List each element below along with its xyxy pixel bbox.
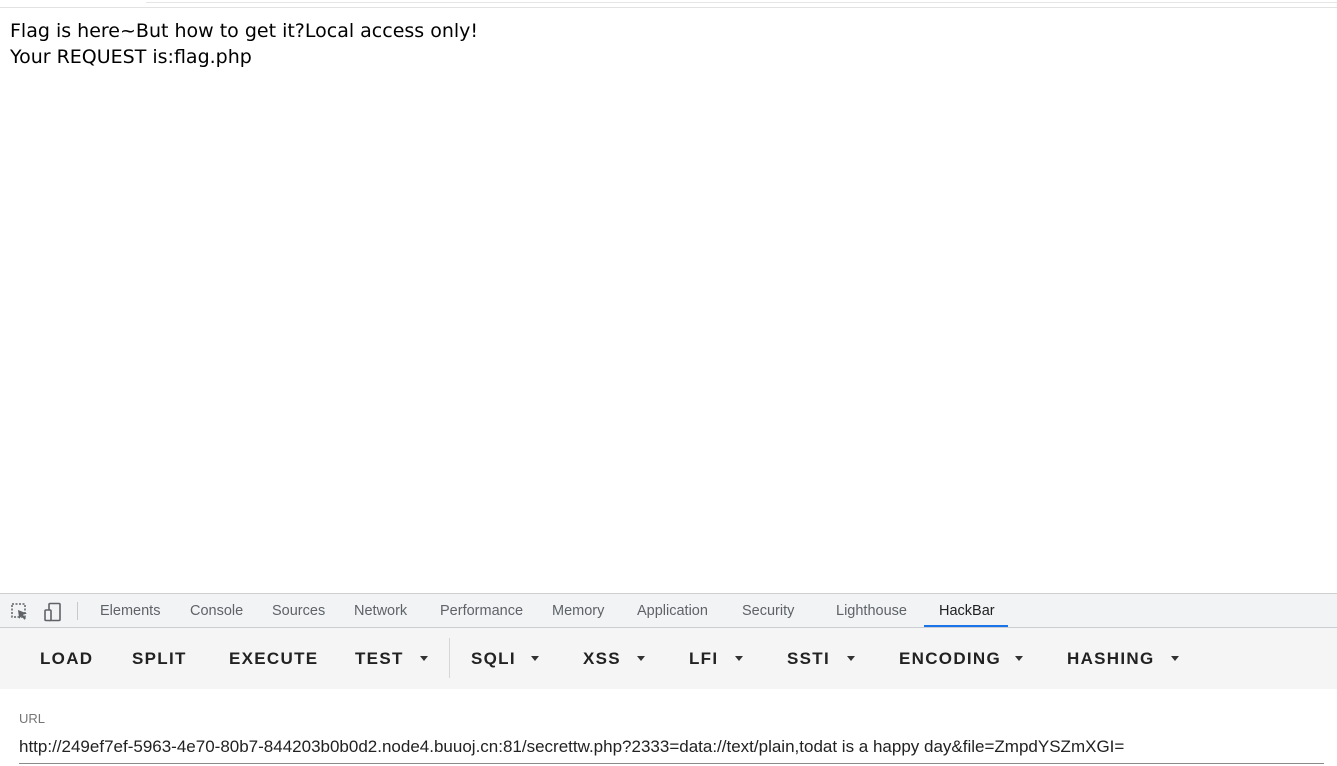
tab-network[interactable]: Network <box>354 594 407 628</box>
tab-memory[interactable]: Memory <box>552 594 604 628</box>
page-content: Flag is here~But how to get it?Local acc… <box>10 18 1330 70</box>
tab-security[interactable]: Security <box>742 594 794 628</box>
chevron-down-icon[interactable] <box>1015 656 1023 661</box>
sqli-menu-button[interactable]: SQLI <box>471 628 516 689</box>
chevron-down-icon[interactable] <box>420 656 428 661</box>
ssti-menu-button[interactable]: SSTI <box>787 628 830 689</box>
inspect-element-icon[interactable] <box>10 602 30 622</box>
browser-top-edge <box>0 0 1337 8</box>
hackbar-toolbar: LOAD SPLIT EXECUTE TEST SQLI XSS LFI SST… <box>0 628 1337 689</box>
chevron-down-icon[interactable] <box>735 656 743 661</box>
load-button[interactable]: LOAD <box>40 628 93 689</box>
split-button[interactable]: SPLIT <box>132 628 187 689</box>
lfi-menu-button[interactable]: LFI <box>689 628 718 689</box>
tab-sources[interactable]: Sources <box>272 594 325 628</box>
toolbar-separator <box>449 638 450 678</box>
browser-tab-edge <box>146 0 1337 3</box>
encoding-menu-button[interactable]: ENCODING <box>899 628 1001 689</box>
page-message-line-1: Flag is here~But how to get it?Local acc… <box>10 20 479 42</box>
tab-console[interactable]: Console <box>190 594 243 628</box>
chevron-down-icon[interactable] <box>531 656 539 661</box>
xss-menu-button[interactable]: XSS <box>583 628 621 689</box>
active-tab-indicator <box>924 625 1008 627</box>
devtools-tab-bar: Elements Console Sources Network Perform… <box>0 594 1337 628</box>
chevron-down-icon[interactable] <box>637 656 645 661</box>
chevron-down-icon[interactable] <box>1171 656 1179 661</box>
tab-elements[interactable]: Elements <box>100 594 160 628</box>
hashing-menu-button[interactable]: HASHING <box>1067 628 1155 689</box>
tab-performance[interactable]: Performance <box>440 594 523 628</box>
tab-application[interactable]: Application <box>637 594 708 628</box>
tab-hackbar[interactable]: HackBar <box>939 594 995 628</box>
url-input[interactable] <box>19 730 1324 764</box>
device-toolbar-icon[interactable] <box>43 602 63 622</box>
devtools-panel: Elements Console Sources Network Perform… <box>0 593 1337 765</box>
chevron-down-icon[interactable] <box>847 656 855 661</box>
tab-lighthouse[interactable]: Lighthouse <box>836 594 907 628</box>
execute-button[interactable]: EXECUTE <box>229 628 318 689</box>
devtools-separator <box>77 602 78 620</box>
page-message-line-2: Your REQUEST is:flag.php <box>10 46 252 68</box>
url-field-group: URL <box>19 711 1324 766</box>
test-menu-button[interactable]: TEST <box>355 628 404 689</box>
url-label: URL <box>19 711 46 726</box>
